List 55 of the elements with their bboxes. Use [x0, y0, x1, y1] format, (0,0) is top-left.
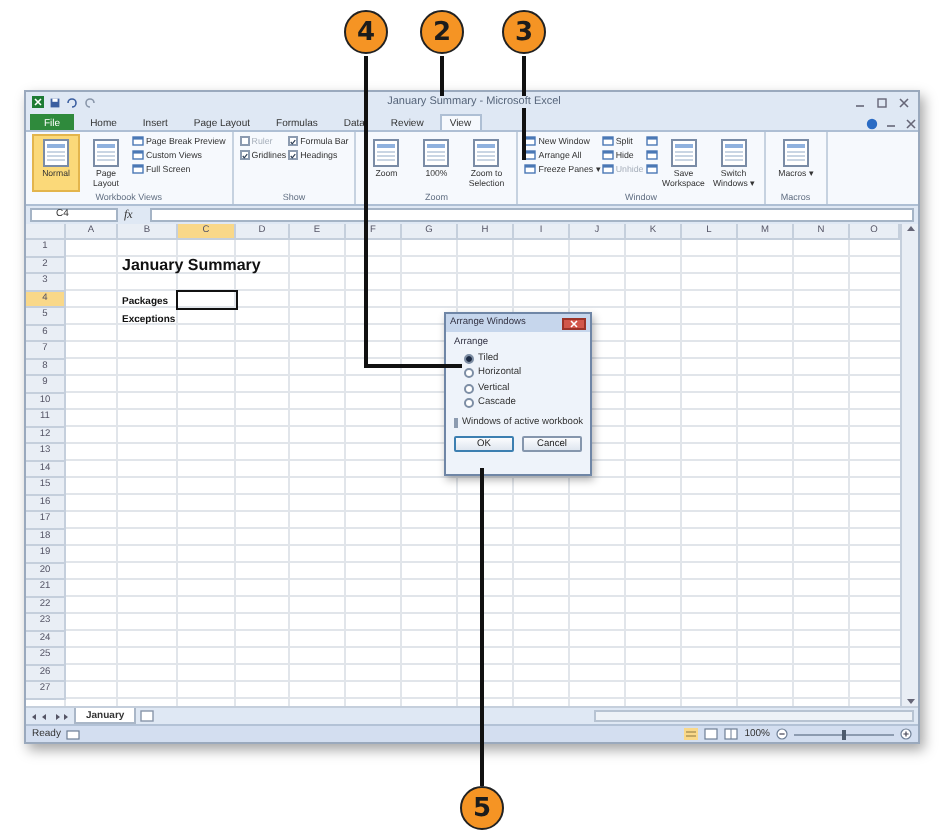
- check-icon: [241, 151, 248, 159]
- window-icon: [132, 150, 144, 160]
- active-cell[interactable]: [176, 289, 238, 310]
- window-icon: [601, 150, 614, 160]
- undo-icon: [66, 97, 78, 107]
- window-icon: [645, 150, 658, 160]
- callout-number: 4: [344, 10, 388, 54]
- window-icon: [132, 136, 144, 146]
- callout-number: 5: [460, 786, 504, 830]
- window-icon: [132, 164, 144, 174]
- vertical-scrollbar[interactable]: [900, 224, 918, 706]
- close-icon: [896, 97, 912, 107]
- down-arrow-icon: [905, 698, 915, 706]
- redo-icon: [84, 97, 96, 107]
- radio-button[interactable]: [464, 353, 474, 363]
- zoom-out-icon: [776, 728, 788, 740]
- formula-field[interactable]: [150, 208, 914, 222]
- help-icon: [866, 118, 878, 130]
- window-icon: [524, 136, 537, 146]
- radio-button[interactable]: [464, 383, 474, 393]
- window-icon: [645, 136, 658, 146]
- close-button[interactable]: [562, 317, 586, 329]
- callout-number: 3: [502, 10, 546, 54]
- document-icon: [372, 138, 401, 168]
- document-icon: [42, 138, 70, 168]
- radio-button[interactable]: [464, 368, 474, 378]
- window-icon: [524, 164, 537, 174]
- page-break-view-icon: [724, 728, 739, 740]
- document-icon: [781, 138, 810, 168]
- page-layout-view-icon: [704, 728, 719, 740]
- window-icon: [524, 150, 537, 160]
- horizontal-scrollbar[interactable]: [594, 710, 914, 722]
- close-icon: [570, 319, 578, 327]
- document-icon: [422, 138, 451, 168]
- save-icon: [50, 97, 60, 107]
- document-icon: [92, 138, 120, 168]
- sheet-navigation-icon: [30, 711, 70, 721]
- leader-line: [522, 56, 526, 160]
- zoom-in-icon: [900, 728, 912, 740]
- document-icon: [719, 138, 748, 168]
- close-icon: [904, 118, 918, 130]
- window-icon: [645, 164, 658, 174]
- callout-number: 2: [420, 10, 464, 54]
- up-arrow-icon: [905, 224, 915, 232]
- window-icon: [601, 164, 614, 174]
- excel-logo-icon: [32, 96, 44, 108]
- cell-text: January Summary: [122, 256, 261, 274]
- document-icon: [472, 138, 501, 168]
- new-sheet-icon: [140, 710, 155, 722]
- radio-button[interactable]: [464, 398, 474, 408]
- normal-view-icon: [684, 728, 699, 740]
- maximize-icon: [874, 97, 890, 107]
- window-icon: [601, 136, 614, 146]
- macro-record-icon: [66, 729, 81, 739]
- document-icon: [669, 138, 698, 168]
